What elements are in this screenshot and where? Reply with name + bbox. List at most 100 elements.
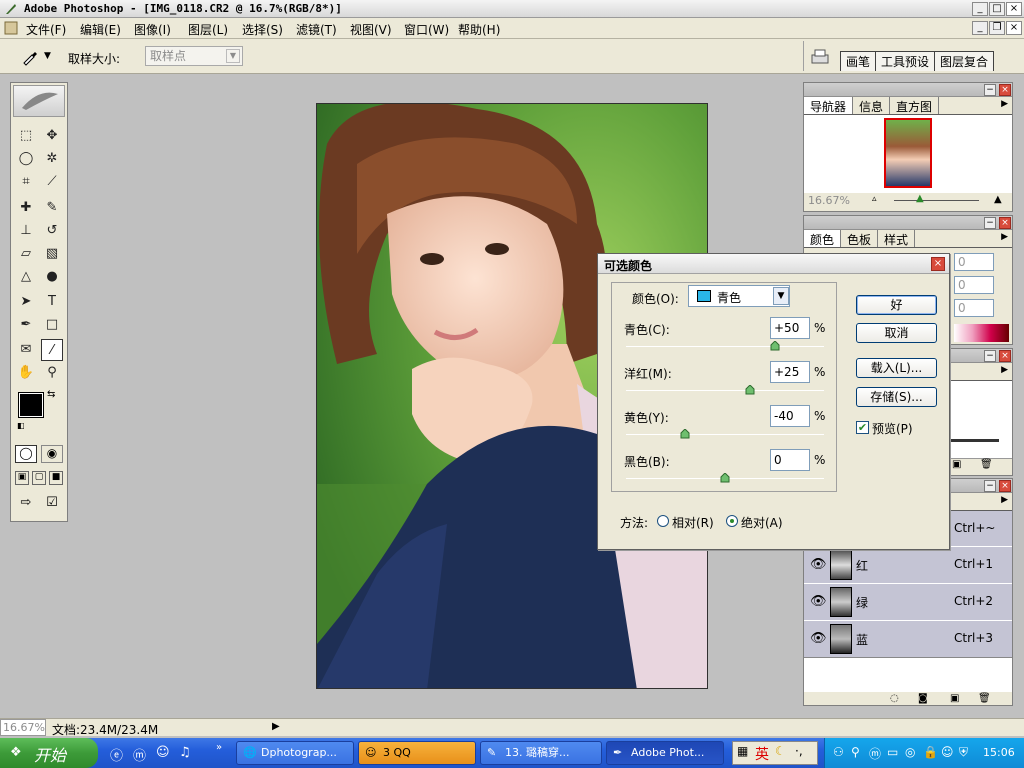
history-state-bar[interactable] (944, 439, 999, 442)
foreground-color-swatch[interactable] (18, 392, 44, 418)
tab-brushes[interactable]: 画笔 (840, 51, 877, 71)
standard-mode-icon[interactable]: ◯ (15, 445, 37, 463)
tray-lock-icon[interactable]: 🔒 (923, 745, 938, 759)
slider-value-yellow[interactable]: -40 (770, 405, 810, 427)
shape-tool-icon[interactable]: □ (41, 314, 63, 336)
menu-file[interactable]: 文件(F) (26, 21, 66, 38)
method-relative-radio[interactable] (657, 515, 669, 527)
move-tool-icon[interactable]: ✥ (41, 125, 63, 147)
tray-qq-icon[interactable]: ☺ (941, 745, 954, 759)
slider-thumb-magenta[interactable] (745, 385, 755, 395)
imageready-check-icon[interactable]: ☑ (41, 495, 63, 513)
screen-mode-standard-icon[interactable]: ▣ (15, 471, 29, 485)
ime-moon-icon[interactable]: ☾ (775, 744, 786, 758)
eye-icon[interactable]: 👁 (810, 631, 827, 646)
tray-disc-icon[interactable]: ◎ (905, 745, 915, 759)
default-colors-icon[interactable]: ◧ (17, 421, 25, 430)
crop-tool-icon[interactable]: ⌗ (15, 171, 37, 193)
slider-value-magenta[interactable]: +25 (770, 361, 810, 383)
tab-swatches[interactable]: 色板 (841, 230, 879, 247)
task-dphotograph[interactable]: 🌐 Dphotograp... (236, 741, 354, 765)
tray-monitor-icon[interactable]: ▭ (887, 745, 898, 759)
color-g-field[interactable]: 0 (954, 276, 994, 294)
slider-value-black[interactable]: 0 (770, 449, 810, 471)
slider-thumb-yellow[interactable] (680, 429, 690, 439)
palette-minimize-icon[interactable]: − (984, 217, 996, 229)
tab-color[interactable]: 颜色 (804, 230, 842, 247)
load-button[interactable]: 载入(L)... (856, 358, 937, 378)
palette-minimize-icon[interactable]: − (984, 480, 996, 492)
cancel-button[interactable]: 取消 (856, 323, 937, 343)
quicklaunch-expand-icon[interactable]: » (216, 742, 222, 753)
tab-tool-presets[interactable]: 工具预设 (875, 51, 936, 71)
path-selection-tool-icon[interactable]: ➤ (15, 291, 37, 313)
color-ramp[interactable] (954, 324, 1009, 342)
notes-tool-icon[interactable]: ✉ (15, 339, 37, 361)
media-icon[interactable]: ♫ (179, 745, 191, 760)
doc-restore-button[interactable]: ❐ (989, 21, 1005, 35)
qq-quicklaunch-icon[interactable]: ☺ (156, 745, 170, 760)
screen-mode-menubar-icon[interactable]: ▢ (32, 471, 46, 485)
palette-menu-icon[interactable]: ▶ (1001, 495, 1008, 505)
slider-track-magenta[interactable] (626, 390, 824, 391)
method-absolute-radio[interactable] (726, 515, 738, 527)
doc-close-button[interactable]: × (1006, 21, 1022, 35)
task-qq[interactable]: ☺ 3 QQ (358, 741, 476, 765)
file-browser-icon[interactable] (810, 47, 830, 67)
ie-icon[interactable]: ⓔ (110, 745, 123, 764)
minimize-button[interactable]: _ (972, 2, 988, 16)
sample-size-select[interactable]: 取样点 ▼ (145, 46, 243, 66)
hand-tool-icon[interactable]: ✋ (15, 362, 37, 384)
slider-value-cyan[interactable]: +50 (770, 317, 810, 339)
slider-track-yellow[interactable] (626, 434, 824, 435)
tray-messenger-icon[interactable]: ⓜ (869, 745, 881, 762)
menu-filter[interactable]: 滤镜(T) (296, 21, 337, 38)
navigator-zoom-value[interactable]: 16.67% (808, 194, 850, 207)
color-r-field[interactable]: 0 (954, 253, 994, 271)
eyedropper-tool-icon[interactable]: ⁄ (41, 339, 63, 361)
zoom-out-icon[interactable]: ▵ (872, 194, 877, 204)
eyedropper-icon[interactable] (20, 47, 40, 67)
slider-thumb-black[interactable] (720, 473, 730, 483)
doc-minimize-button[interactable]: _ (972, 21, 988, 35)
maximize-button[interactable]: □ (989, 2, 1005, 16)
adobe-online-icon[interactable] (13, 85, 65, 117)
ime-bar[interactable]: ▦ 英 ☾ ·, (732, 741, 818, 765)
pen-tool-icon[interactable]: ✒ (15, 314, 37, 336)
dodge-tool-icon[interactable]: ● (41, 266, 63, 288)
task-editor[interactable]: ✎ 13. 璐稿穿... (480, 741, 602, 765)
clone-stamp-tool-icon[interactable]: ⊥ (15, 220, 37, 242)
messenger-icon[interactable]: ⓜ (133, 745, 146, 764)
palette-minimize-icon[interactable]: − (984, 350, 996, 362)
tab-histogram[interactable]: 直方图 (890, 97, 940, 114)
ime-punct-icon[interactable]: ·, (795, 744, 803, 758)
status-zoom-field[interactable]: 16.67% (0, 719, 46, 736)
trash-icon[interactable]: 🗑 (978, 693, 991, 704)
tab-layer-comps[interactable]: 图层复合 (934, 51, 995, 71)
colors-select[interactable]: 青色 ▼ (688, 285, 790, 307)
blur-tool-icon[interactable]: △ (15, 266, 37, 288)
ime-mode[interactable]: 英 (755, 744, 769, 764)
dialog-title-bar[interactable]: 可选颜色 × (598, 254, 949, 274)
menu-image[interactable]: 图像(I) (134, 21, 171, 38)
slider-track-cyan[interactable] (626, 346, 824, 347)
slider-thumb-cyan[interactable] (770, 341, 780, 351)
load-selection-icon[interactable]: ◌ (890, 693, 899, 704)
channel-row-blue[interactable]: 👁 蓝 Ctrl+3 (804, 621, 1012, 658)
close-button[interactable]: × (1006, 2, 1022, 16)
menu-layer[interactable]: 图层(L) (188, 21, 228, 38)
save-selection-icon[interactable]: ◙ (918, 693, 928, 704)
healing-brush-tool-icon[interactable]: ✚ (15, 197, 37, 219)
brush-tool-icon[interactable]: ✎ (41, 197, 63, 219)
preview-checkbox[interactable]: ✔ (856, 421, 869, 434)
swap-colors-icon[interactable]: ⇆ (47, 389, 55, 400)
magic-wand-tool-icon[interactable]: ✲ (41, 148, 63, 170)
quick-mask-icon[interactable]: ◉ (41, 445, 63, 463)
zoom-tool-icon[interactable]: ⚲ (41, 362, 63, 384)
save-button[interactable]: 存储(S)... (856, 387, 937, 407)
new-channel-icon[interactable]: ▣ (950, 693, 959, 704)
marquee-tool-icon[interactable]: ⬚ (15, 125, 37, 147)
tool-preset-arrow-icon[interactable]: ▼ (44, 51, 51, 61)
zoom-slider-thumb-icon[interactable]: ▲ (916, 193, 924, 204)
tab-info[interactable]: 信息 (853, 97, 891, 114)
